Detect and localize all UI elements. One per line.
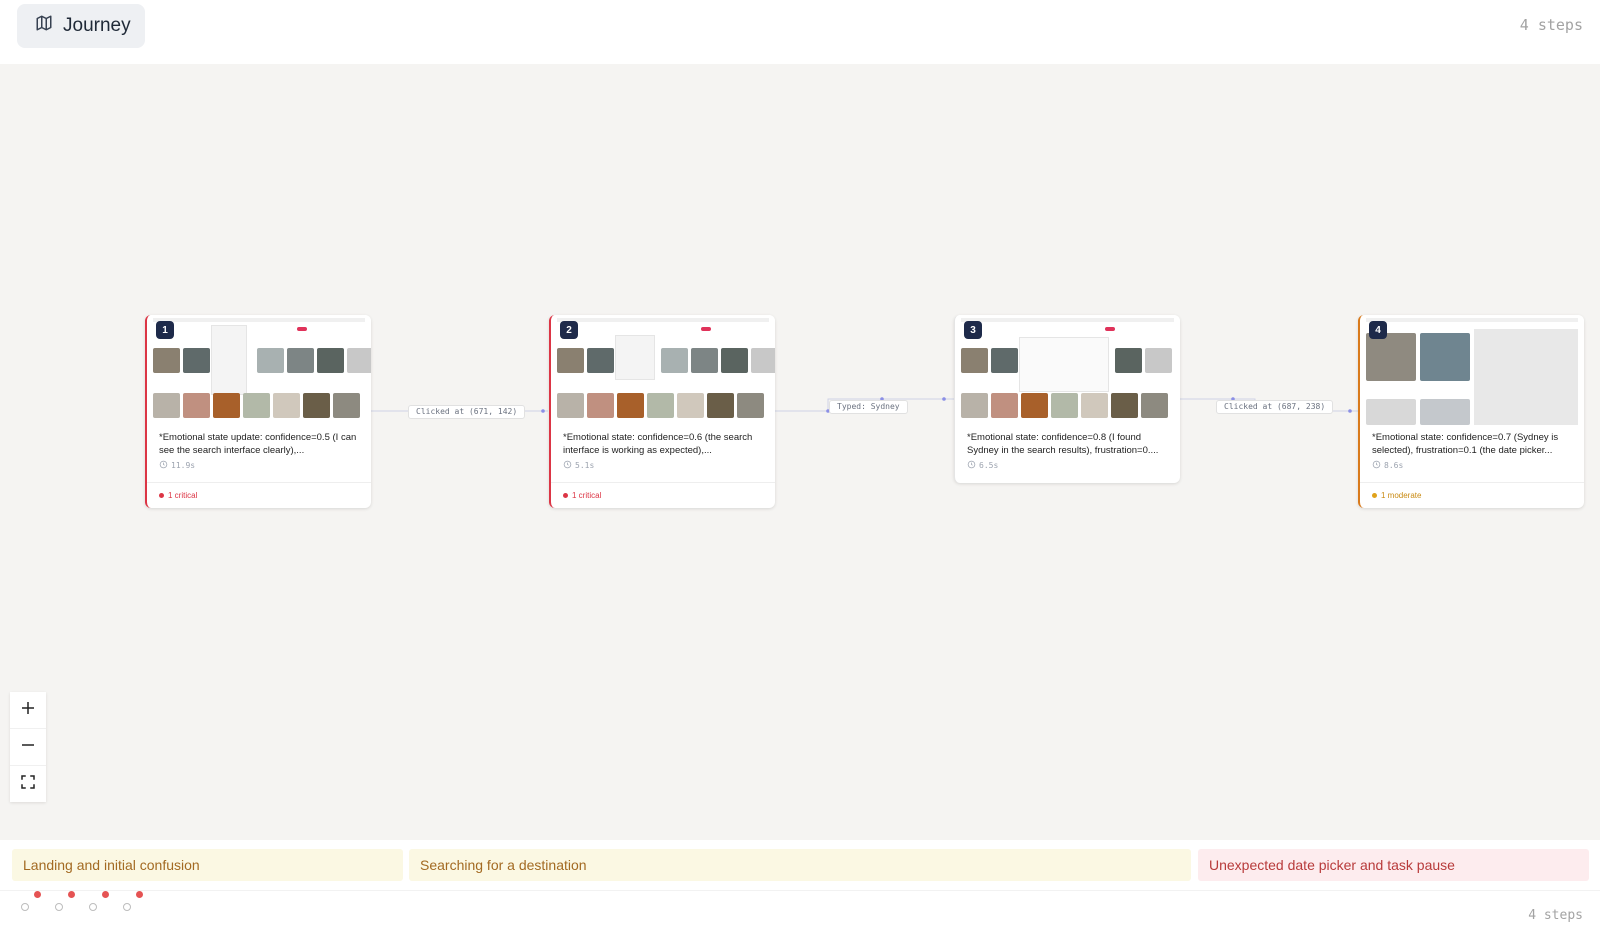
- clock-icon: [967, 460, 976, 471]
- step-duration: 5.1s: [563, 460, 763, 471]
- issue-marker: [136, 891, 143, 898]
- step-body: *Emotional state: confidence=0.8 (I foun…: [955, 425, 1180, 477]
- phase-landing[interactable]: Landing and initial confusion: [12, 849, 403, 881]
- step-number-badge: 2: [560, 321, 578, 339]
- step-thought: *Emotional state: confidence=0.8 (I foun…: [967, 432, 1159, 456]
- journey-label: Journey: [63, 15, 131, 36]
- issue-marker: [34, 891, 41, 898]
- step-card[interactable]: 3 *Emotional state: confidence=0.8 (I fo…: [954, 315, 1180, 483]
- step-duration-value: 5.1s: [575, 461, 595, 470]
- step-duration-value: 6.5s: [979, 461, 999, 470]
- step-screenshot: 1: [147, 315, 371, 425]
- edge-label-1: Clicked at (671, 142): [408, 405, 526, 419]
- step-number-badge: 4: [1369, 321, 1387, 339]
- step-duration: 6.5s: [967, 460, 1168, 471]
- map-icon: [35, 14, 53, 38]
- steps-count-footer: 4 steps: [1528, 908, 1583, 923]
- mini-step-node[interactable]: [21, 903, 29, 911]
- step-thought: *Emotional state: confidence=0.7 (Sydney…: [1372, 432, 1559, 456]
- zoom-out-button[interactable]: [10, 729, 46, 766]
- journey-canvas[interactable]: Clicked at (671, 142) Typed: Sydney Clic…: [0, 64, 1600, 840]
- edge-handle: [1348, 409, 1352, 413]
- step-card[interactable]: 4 *Emotional state: confidence=0.7 (Sydn…: [1358, 315, 1584, 508]
- phase-searching[interactable]: Searching for a destination: [409, 849, 1191, 881]
- step-thought: *Emotional state: confidence=0.6 (the se…: [563, 432, 753, 456]
- mini-timeline: 4 steps: [0, 890, 1600, 935]
- step-duration-value: 11.9s: [171, 461, 196, 470]
- plus-icon: [19, 699, 37, 722]
- step-issues: 1 critical: [551, 482, 775, 508]
- step-number-badge: 3: [964, 321, 982, 339]
- severity-dot: [1372, 493, 1377, 498]
- issue-marker: [68, 891, 75, 898]
- mini-step-node[interactable]: [55, 903, 63, 911]
- zoom-in-button[interactable]: [10, 692, 46, 729]
- step-card[interactable]: 2 *Emotional state: confidence=0.6 (the …: [549, 315, 775, 508]
- step-body: *Emotional state: confidence=0.6 (the se…: [551, 425, 775, 477]
- step-screenshot: 2: [551, 315, 775, 425]
- phase-date-picker[interactable]: Unexpected date picker and task pause: [1198, 849, 1589, 881]
- mini-step-node[interactable]: [123, 903, 131, 911]
- step-body: *Emotional state update: confidence=0.5 …: [147, 425, 371, 477]
- fullscreen-icon: [19, 773, 37, 796]
- edge-handle: [942, 397, 946, 401]
- step-duration-value: 8.6s: [1384, 461, 1404, 470]
- clock-icon: [1372, 460, 1381, 471]
- step-issues: 1 critical: [147, 482, 371, 508]
- severity-dot: [563, 493, 568, 498]
- step-issues: 1 moderate: [1360, 482, 1584, 508]
- fit-view-button[interactable]: [10, 766, 46, 802]
- step-number-badge: 1: [156, 321, 174, 339]
- zoom-controls: [10, 692, 46, 802]
- top-bar: Journey 4 steps: [0, 0, 1600, 64]
- edge-handle: [541, 409, 545, 413]
- clock-icon: [563, 460, 572, 471]
- issue-count: 1 critical: [572, 491, 602, 500]
- step-duration: 8.6s: [1372, 460, 1572, 471]
- severity-dot: [159, 493, 164, 498]
- phase-bands: Landing and initial confusion Searching …: [0, 840, 1600, 890]
- edge-label-2: Typed: Sydney: [829, 400, 908, 414]
- clock-icon: [159, 460, 168, 471]
- issue-count: 1 moderate: [1381, 491, 1422, 500]
- step-screenshot: 3: [955, 315, 1180, 425]
- steps-count: 4 steps: [1519, 16, 1583, 34]
- step-screenshot: 4: [1360, 315, 1584, 425]
- issue-marker: [102, 891, 109, 898]
- journey-button[interactable]: Journey: [17, 4, 145, 48]
- issue-count: 1 critical: [168, 491, 198, 500]
- step-card[interactable]: 1 *Emotional state update: confidence=0.…: [145, 315, 371, 508]
- step-thought: *Emotional state update: confidence=0.5 …: [159, 432, 357, 456]
- step-duration: 11.9s: [159, 460, 359, 471]
- step-body: *Emotional state: confidence=0.7 (Sydney…: [1360, 425, 1584, 477]
- edge-label-3: Clicked at (687, 238): [1216, 400, 1334, 414]
- minus-icon: [19, 736, 37, 759]
- mini-step-node[interactable]: [89, 903, 97, 911]
